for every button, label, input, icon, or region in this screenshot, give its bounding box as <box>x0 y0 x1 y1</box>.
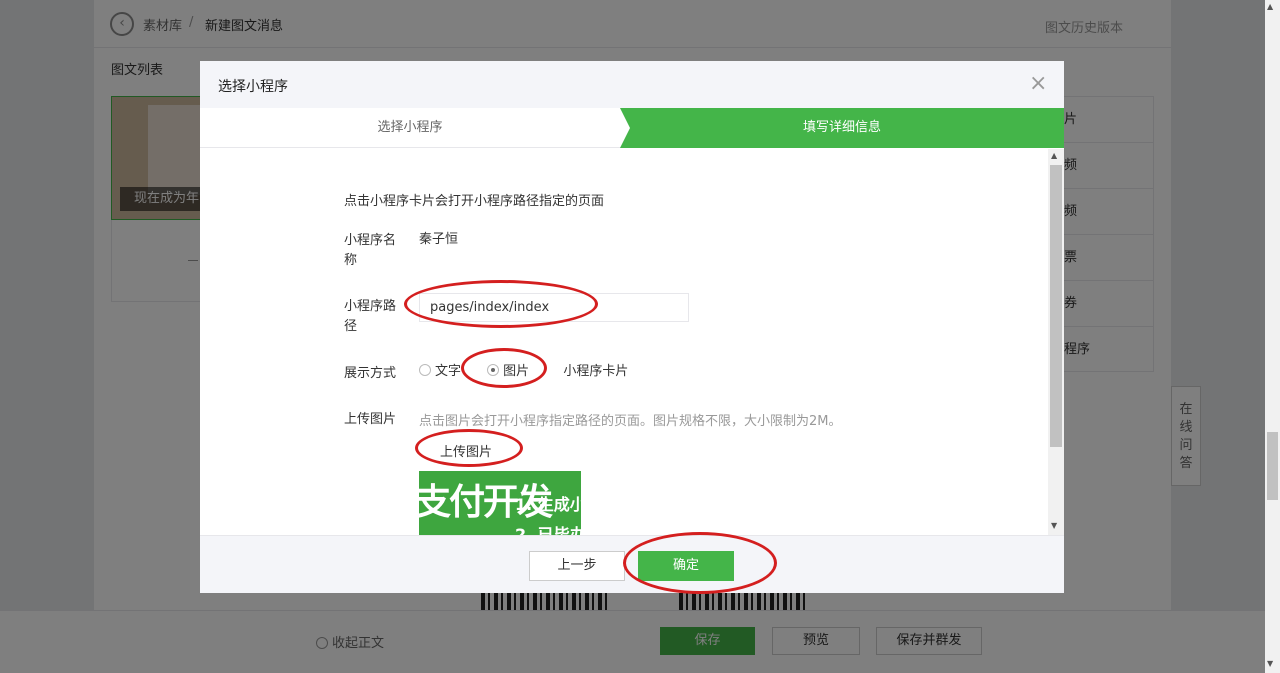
upload-tip: 点击图片会打开小程序指定路径的页面。图片规格不限，大小限制为2M。 <box>419 414 842 429</box>
radio-checked-icon[interactable] <box>487 364 500 376</box>
thumbnail-line2: 2. 已毕办理 <box>515 525 581 535</box>
path-label: 小程序路径 <box>344 299 397 334</box>
uploaded-image-thumbnail[interactable]: 支付开发 1. 生成小程 2. 已毕办理 <box>419 471 581 535</box>
scroll-down-arrow-icon[interactable]: ▼ <box>1267 659 1273 668</box>
name-label: 小程序名称 <box>344 233 397 268</box>
scroll-down-arrow-icon[interactable]: ▼ <box>1051 521 1057 530</box>
dialog-header: 选择小程序 × <box>200 61 1064 108</box>
select-miniprogram-dialog: 选择小程序 × 选择小程序 填写详细信息 点击小程序卡片会打开小程序路径指定的页… <box>200 61 1064 593</box>
intro-text: 点击小程序卡片会打开小程序路径指定的页面 <box>344 194 605 209</box>
display-mode-radio-group: 文字 图片 小程序卡片 <box>419 360 642 379</box>
dialog-body: 点击小程序卡片会打开小程序路径指定的页面 小程序名称 秦子恒 小程序路径 展示方… <box>200 149 1064 535</box>
upload-label: 上传图片 <box>344 412 397 427</box>
radio-icon[interactable] <box>419 364 431 376</box>
thumbnail-line1: 1. 生成小程 <box>515 495 581 514</box>
page-scrollbar-thumb[interactable] <box>1267 432 1278 500</box>
display-mode-label: 展示方式 <box>344 366 397 381</box>
page-scrollbar[interactable] <box>1265 0 1280 673</box>
display-option-image[interactable]: 图片 <box>487 360 529 379</box>
previous-step-button[interactable]: 上一步 <box>529 551 625 581</box>
close-icon[interactable]: × <box>1029 73 1047 95</box>
scroll-up-arrow-icon[interactable]: ▲ <box>1051 151 1057 160</box>
dialog-title: 选择小程序 <box>218 79 288 95</box>
display-option-text[interactable]: 文字 <box>419 360 461 379</box>
step-select-miniprogram: 选择小程序 <box>377 120 443 135</box>
display-option-card[interactable]: 小程序卡片 <box>563 360 628 379</box>
path-input[interactable] <box>419 293 689 322</box>
confirm-button[interactable]: 确定 <box>638 551 734 581</box>
scroll-up-arrow-icon[interactable]: ▲ <box>1267 2 1273 11</box>
dialog-footer <box>200 535 1064 593</box>
dialog-scrollbar-thumb[interactable] <box>1050 165 1062 447</box>
step-indicator: 选择小程序 填写详细信息 <box>200 108 1064 148</box>
miniprogram-name-value: 秦子恒 <box>419 232 459 247</box>
display-option-image-label: 图片 <box>503 364 530 379</box>
upload-image-button[interactable]: 上传图片 <box>440 441 492 460</box>
step-fill-details: 填写详细信息 <box>620 108 1064 148</box>
display-option-text-label: 文字 <box>435 364 462 379</box>
display-option-card-label: 小程序卡片 <box>563 364 629 379</box>
